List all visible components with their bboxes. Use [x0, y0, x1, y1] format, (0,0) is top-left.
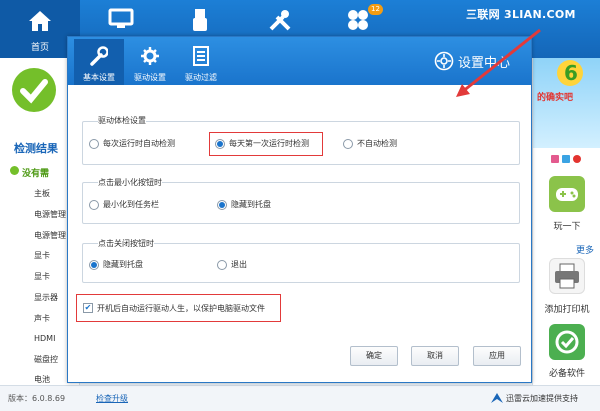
game-tile[interactable]: [549, 176, 585, 212]
result-item[interactable]: 电源管理: [34, 230, 66, 241]
radio-minimize-taskbar[interactable]: 最小化到任务栏: [89, 199, 159, 210]
results-status: 没有需: [22, 169, 50, 179]
home-icon: [29, 11, 51, 31]
radio-check-first-daily[interactable]: 每天第一次运行时检测: [215, 138, 309, 149]
radio-dot: [89, 138, 99, 149]
radio-label: 退出: [231, 260, 247, 269]
game-tile-label: 玩一下: [553, 222, 581, 232]
check-settings-title: 驱动体检设置: [98, 115, 146, 126]
radio-label: 每次运行时自动检测: [103, 139, 175, 148]
share-icon[interactable]: [551, 154, 581, 164]
dialog-title: 设置中心: [458, 56, 511, 71]
checkbox-box: ✔: [83, 303, 93, 313]
tab-driver-filter-label: 驱动过滤: [185, 73, 217, 82]
radio-no-auto-check[interactable]: 不自动检测: [343, 138, 397, 149]
result-item[interactable]: HDMI: [34, 334, 55, 343]
radio-label: 隐藏到托盘: [231, 200, 271, 209]
autostart-label: 开机后自动运行驱动人生，以保护电脑驱动文件: [97, 303, 265, 313]
result-item[interactable]: 显卡: [34, 271, 50, 282]
result-item[interactable]: 磁盘控: [34, 354, 58, 365]
printer-tile[interactable]: [549, 258, 585, 294]
software-tile-label: 必备软件: [548, 369, 585, 379]
ok-button[interactable]: 确定: [350, 346, 398, 366]
svg-text:6: 6: [564, 61, 578, 85]
radio-label: 每天第一次运行时检测: [229, 139, 309, 148]
radio-dot: [215, 138, 225, 149]
cancel-button[interactable]: 取消: [411, 346, 459, 366]
radio-label: 最小化到任务栏: [103, 200, 159, 209]
wrench-icon: [90, 46, 108, 66]
results-title: 检测结果: [14, 142, 58, 155]
nav-usb-button[interactable]: [190, 8, 230, 38]
radio-close-tray[interactable]: 隐藏到托盘: [89, 259, 143, 270]
social-icons: [551, 154, 581, 167]
close-settings-group: [82, 243, 520, 283]
version-text: 版本：6.0.8.69: [8, 394, 66, 403]
promo-banner-text: 的确实吧: [537, 93, 574, 103]
six-logo-icon: 6: [557, 60, 583, 86]
usb-icon: [193, 9, 207, 31]
result-item[interactable]: 显示器: [34, 292, 58, 303]
tab-driver-settings[interactable]: 驱动设置: [125, 39, 175, 85]
apply-button[interactable]: 应用: [473, 346, 521, 366]
result-item[interactable]: 电源管理: [34, 209, 66, 220]
right-sidebar: 6 的确实吧 更多 玩一下 添加打印机 必备软件: [532, 58, 600, 385]
nav-tools-button[interactable]: [268, 8, 308, 38]
checkmark-icon: [20, 79, 48, 104]
tab-basic-settings[interactable]: 基本设置: [74, 39, 124, 85]
tab-driver-settings-label: 驱动设置: [134, 73, 166, 82]
radio-dot: [217, 259, 227, 270]
status-bar: 版本：6.0.8.69 检查升级 迅雷云加速提供支持: [0, 385, 600, 411]
autostart-checkbox[interactable]: ✔ 开机后自动运行驱动人生，以保护电脑驱动文件: [76, 294, 281, 322]
minimize-settings-title: 点击最小化按钮时: [98, 177, 162, 188]
gamepad-icon: [556, 188, 578, 201]
tab-driver-filter[interactable]: 驱动过滤: [176, 39, 226, 85]
close-settings-title: 点击关闭按钮时: [98, 238, 154, 249]
printer-tile-label: 添加打印机: [544, 305, 590, 315]
support-text: 迅雷云加速提供支持: [506, 394, 578, 403]
radio-dot: [217, 199, 227, 210]
ok-dot-icon: [10, 166, 19, 175]
radio-dot: [89, 259, 99, 270]
software-icon: [555, 330, 579, 354]
settings-dialog: 基本设置 驱动设置 驱动过滤 设置中心 驱动体检设置 每次运行时自动检测 每天第…: [67, 36, 532, 383]
apps-icon: [348, 10, 368, 30]
software-tile[interactable]: [549, 324, 585, 360]
tab-basic-settings-label: 基本设置: [83, 73, 115, 82]
thunder-bird-icon: [491, 393, 503, 403]
radio-label: 隐藏到托盘: [103, 260, 143, 269]
apps-count-badge: 12: [368, 4, 383, 15]
radio-minimize-tray[interactable]: 隐藏到托盘: [217, 199, 271, 210]
result-item[interactable]: 电池: [34, 374, 50, 385]
result-item[interactable]: 主板: [34, 188, 50, 199]
gear-icon: [141, 47, 159, 65]
site-watermark: 三联网 3LIAN.COM: [466, 8, 576, 21]
result-item[interactable]: 声卡: [34, 313, 50, 324]
radio-close-exit[interactable]: 退出: [217, 259, 247, 270]
promo-banner[interactable]: 6 的确实吧: [533, 58, 600, 148]
radio-dot: [89, 199, 99, 210]
nav-monitor-button[interactable]: [108, 8, 148, 38]
radio-label: 不自动检测: [357, 139, 397, 148]
result-item[interactable]: 显卡: [34, 250, 50, 261]
check-upgrade-link[interactable]: 检查升级: [96, 393, 128, 404]
monitor-icon: [108, 8, 134, 28]
list-icon: [193, 46, 209, 66]
tools-icon: [269, 10, 291, 31]
more-link[interactable]: 更多: [576, 243, 594, 256]
status-ok-circle: [12, 68, 56, 112]
settings-gear-icon: [434, 51, 454, 71]
radio-check-every-run[interactable]: 每次运行时自动检测: [89, 138, 175, 149]
printer-icon: [555, 263, 579, 289]
radio-dot: [343, 138, 353, 149]
dialog-header: 基本设置 驱动设置 驱动过滤 设置中心: [68, 37, 531, 85]
